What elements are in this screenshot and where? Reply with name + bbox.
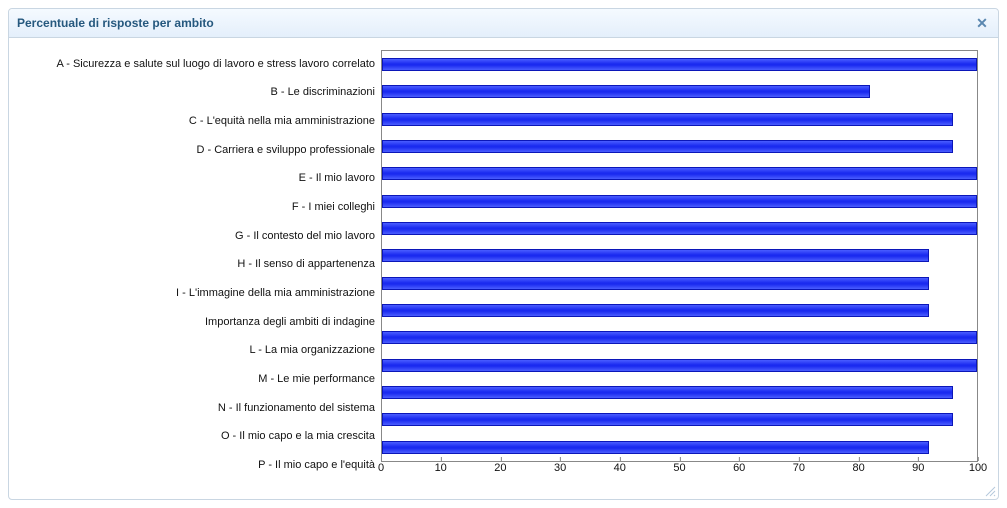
chart: A - Sicurezza e salute sul luogo di lavo… [17,50,978,480]
bar-slot [382,85,977,98]
y-tick-label: Importanza degli ambiti di indagine [17,317,375,328]
bar-slot [382,140,977,153]
chart-container: A - Sicurezza e salute sul luogo di lavo… [9,38,998,500]
bar [382,140,953,153]
bar-slot [382,58,977,71]
bar-slot [382,441,977,454]
bar [382,277,929,290]
x-tick-label: 70 [793,462,805,474]
bar-slot [382,386,977,399]
y-tick-label: C - L'equità nella mia amministrazione [17,116,375,127]
y-tick-label: G - Il contesto del mio lavoro [17,231,375,242]
bar [382,85,870,98]
bar [382,195,977,208]
bar [382,413,953,426]
y-tick-label: N - Il funzionamento del sistema [17,403,375,414]
bar [382,249,929,262]
y-tick-label: F - I miei colleghi [17,202,375,213]
x-tick-label: 40 [614,462,626,474]
x-axis-ticks: 0102030405060708090100 [381,462,978,480]
bar [382,58,977,71]
x-tick-label: 60 [733,462,745,474]
bar [382,441,929,454]
bar-slot [382,167,977,180]
panel-header: Percentuale di risposte per ambito ✕ [9,9,998,38]
bar-slot [382,195,977,208]
bar-slot [382,277,977,290]
y-tick-label: L - La mia organizzazione [17,345,375,356]
resize-handle-icon[interactable] [984,485,996,497]
x-tick-label: 80 [852,462,864,474]
y-axis-labels: A - Sicurezza e salute sul luogo di lavo… [17,50,381,480]
chart-panel: Percentuale di risposte per ambito ✕ A -… [8,8,999,500]
y-tick-label: A - Sicurezza e salute sul luogo di lavo… [17,59,375,70]
bar [382,386,953,399]
plot-area [381,50,978,462]
y-tick-label: M - Le mie performance [17,374,375,385]
bar-slot [382,249,977,262]
close-icon[interactable]: ✕ [974,15,990,31]
y-tick-label: O - Il mio capo e la mia crescita [17,431,375,442]
x-tick-label: 50 [673,462,685,474]
y-tick-label: B - Le discriminazioni [17,87,375,98]
bar-slot [382,359,977,372]
y-tick-label: P - Il mio capo e l'equità [17,460,375,471]
y-tick-label: E - Il mio lavoro [17,173,375,184]
plot-column: 0102030405060708090100 [381,50,978,480]
bar [382,331,977,344]
x-tick-label: 0 [378,462,384,474]
x-tick-label: 100 [969,462,987,474]
bar [382,359,977,372]
bars-layer [382,51,977,461]
y-tick-label: D - Carriera e sviluppo professionale [17,145,375,156]
bar-slot [382,113,977,126]
x-tick-label: 20 [494,462,506,474]
x-tick-label: 30 [554,462,566,474]
bar-slot [382,222,977,235]
bar-slot [382,304,977,317]
panel-title: Percentuale di risposte per ambito [17,16,214,30]
x-tick-label: 90 [912,462,924,474]
bar [382,222,977,235]
bar [382,113,953,126]
bar [382,167,977,180]
bar-slot [382,413,977,426]
y-tick-label: I - L'immagine della mia amministrazione [17,288,375,299]
y-tick-label: H - Il senso di appartenenza [17,259,375,270]
x-tick-label: 10 [435,462,447,474]
bar [382,304,929,317]
bar-slot [382,331,977,344]
